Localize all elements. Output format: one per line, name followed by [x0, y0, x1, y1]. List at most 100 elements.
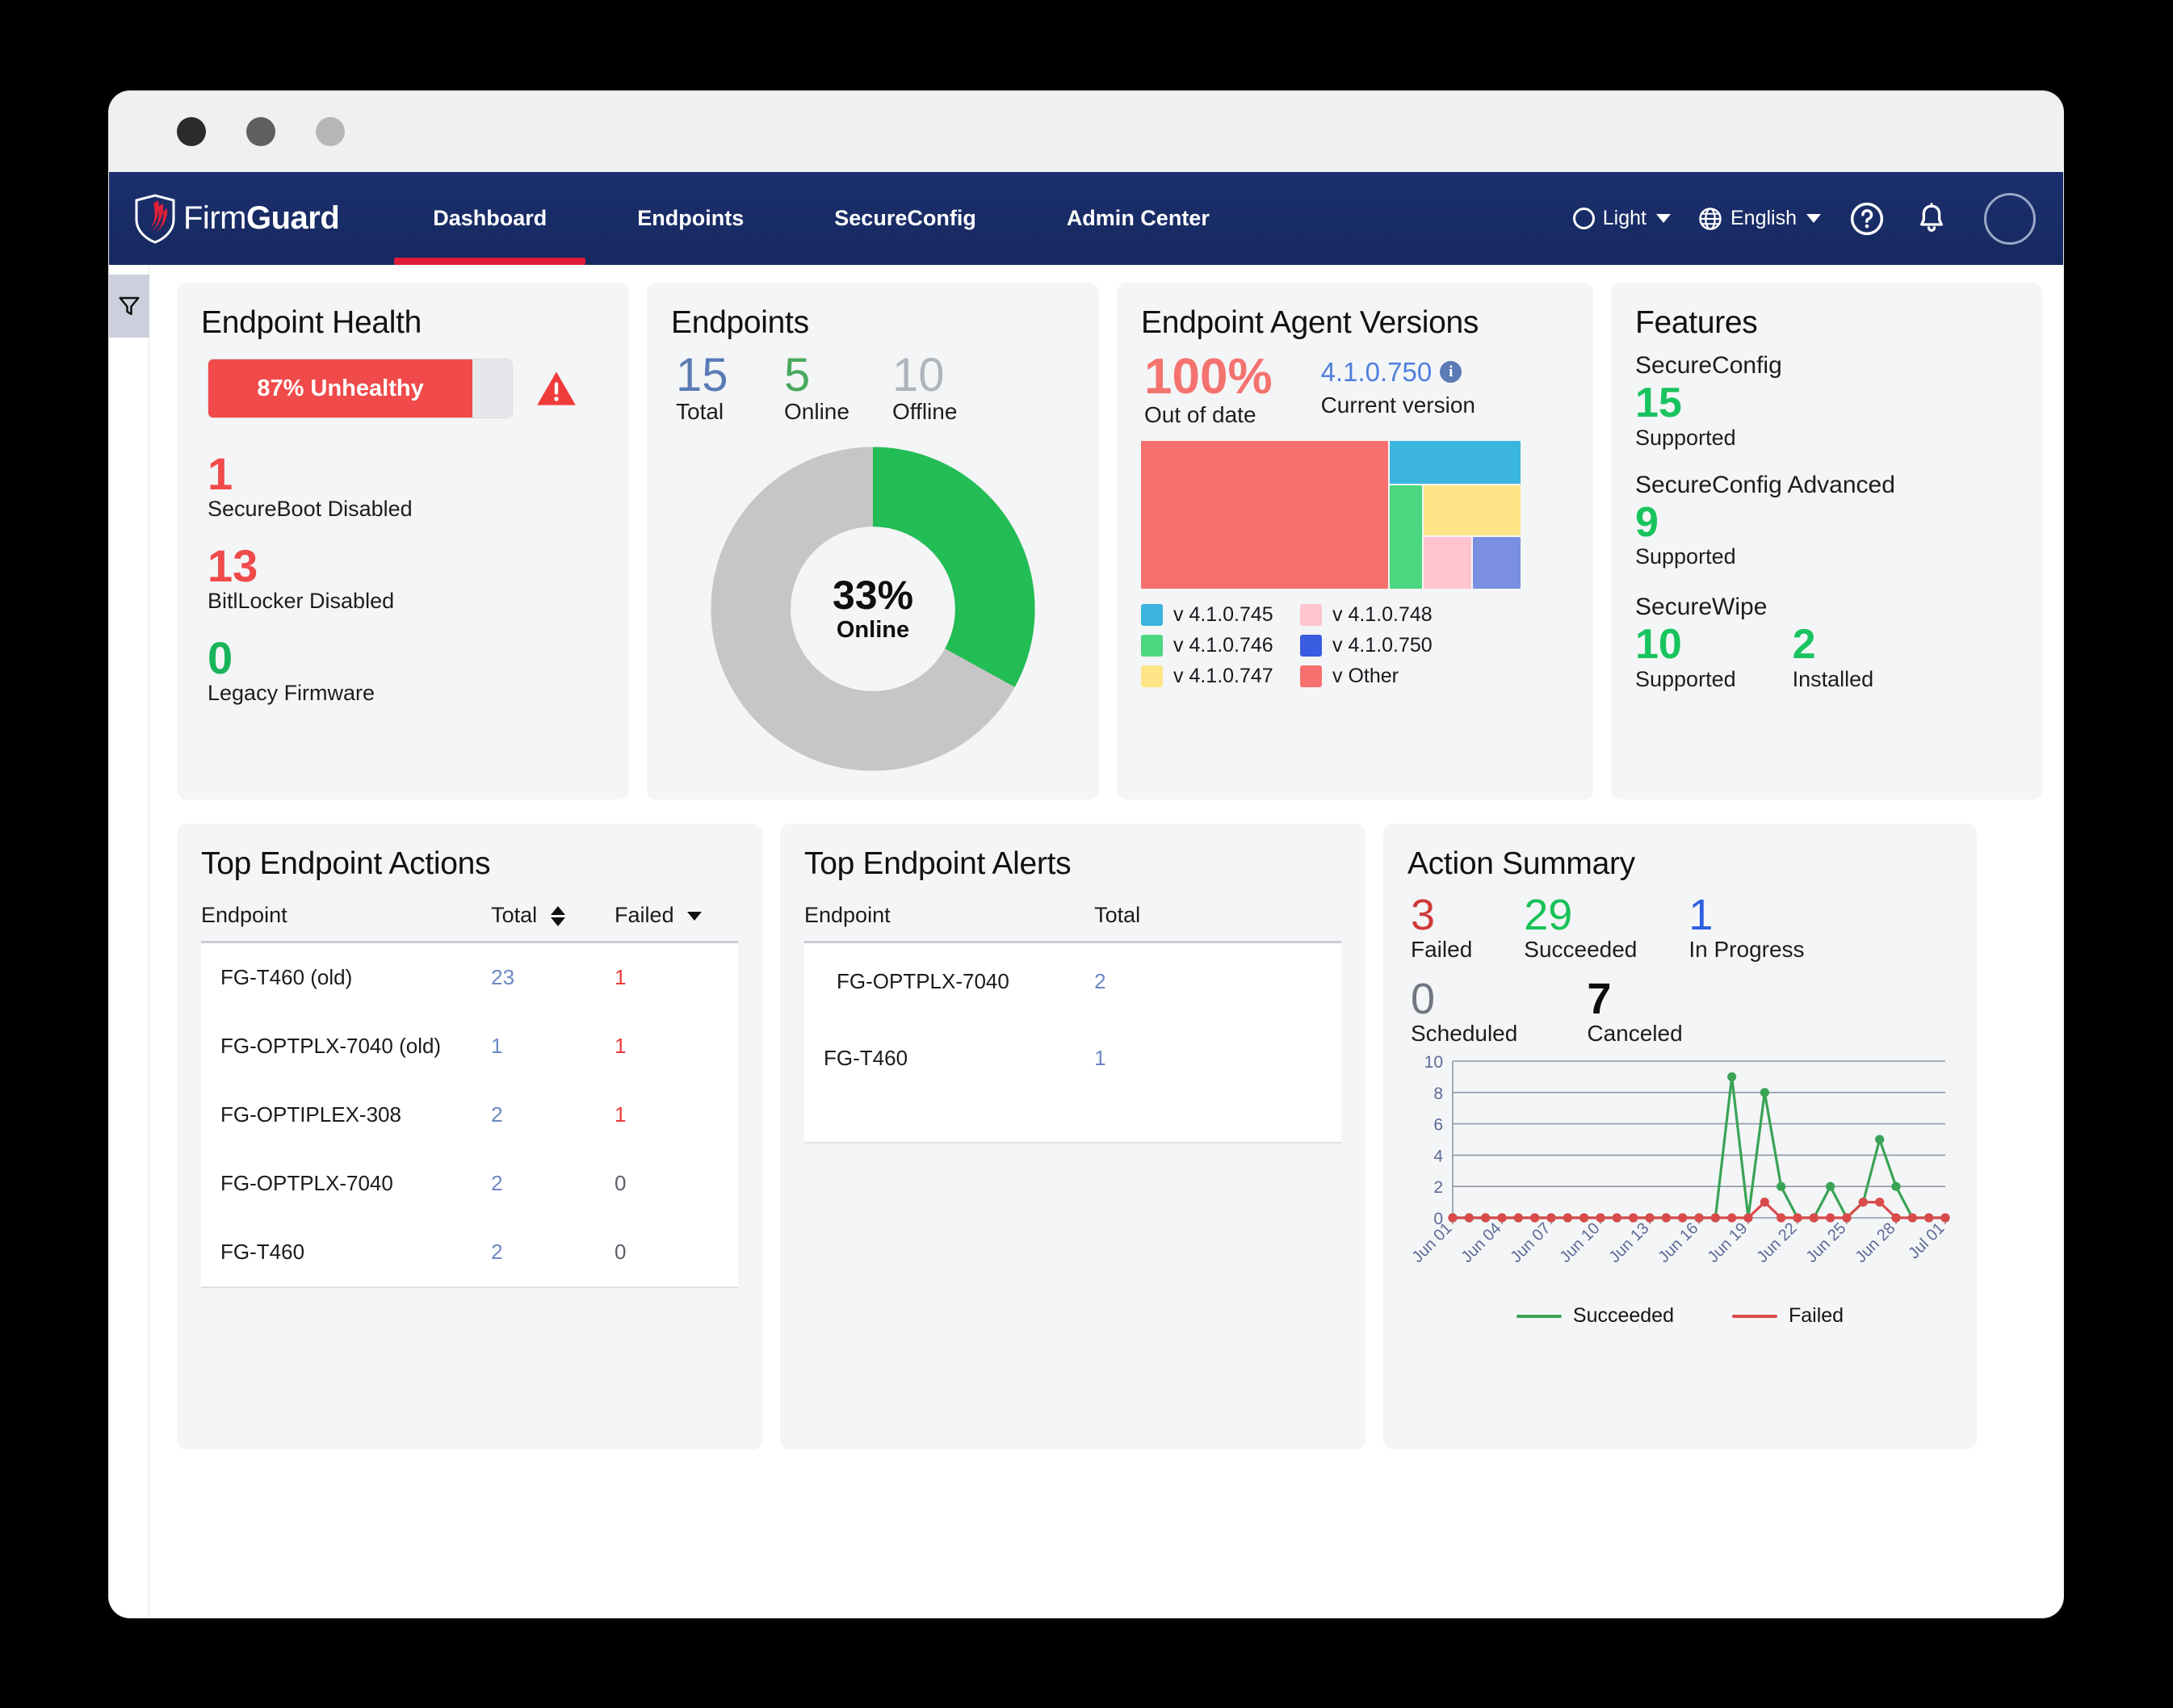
current-version-block: 4.1.0.750 i Current version — [1321, 352, 1475, 418]
help-button[interactable] — [1848, 200, 1886, 237]
nav-tab-secureconfig[interactable]: SecureConfig — [789, 172, 1021, 265]
cell-total[interactable]: 1 — [1094, 1020, 1341, 1097]
card-title-agent-versions: Endpoint Agent Versions — [1141, 305, 1479, 340]
treemap-cell-747[interactable] — [1424, 485, 1521, 535]
endpoint-counts: 15 Total 5 Online 10 Offline — [676, 352, 1075, 425]
filter-toggle-button[interactable] — [109, 275, 149, 338]
column-header-total: Total — [1094, 903, 1341, 943]
legend-label: Succeeded — [1572, 1304, 1674, 1327]
legend-item-750[interactable]: v 4.1.0.750 — [1300, 634, 1433, 657]
spacer-cell — [804, 1097, 1095, 1144]
endpoints-donut-chart: 33% Online — [671, 439, 1075, 778]
svg-text:Jun 04: Jun 04 — [1458, 1219, 1505, 1266]
chevron-down-icon — [1806, 214, 1821, 223]
nav-tab-endpoints[interactable]: Endpoints — [592, 172, 789, 265]
cell-failed[interactable]: 1 — [615, 942, 738, 1012]
dashboard-content: Endpoint Health 87% Unhealthy 1 SecureBo… — [149, 265, 2063, 1618]
cell-total[interactable]: 2 — [1094, 942, 1341, 1020]
cell-total[interactable]: 23 — [491, 942, 615, 1012]
table-row[interactable]: FG-OPTPLX-7040 2 — [804, 942, 1341, 1020]
legend-item-748[interactable]: v 4.1.0.748 — [1300, 603, 1433, 627]
legend-swatch — [1141, 665, 1163, 687]
cell-total[interactable]: 2 — [491, 1149, 615, 1218]
treemap-cell-748[interactable] — [1424, 537, 1471, 589]
feature-secureconfig-advanced: SecureConfig Advanced 9 Supported — [1635, 472, 2018, 570]
legend-item-other[interactable]: v Other — [1300, 665, 1433, 688]
treemap-lower-group — [1390, 485, 1521, 589]
legend-item-succeeded[interactable]: Succeeded — [1516, 1304, 1674, 1328]
sort-desc-icon — [687, 912, 703, 921]
card-features: Features SecureConfig 15 Supported Secur… — [1611, 283, 2042, 799]
legend-swatch — [1300, 635, 1322, 657]
table-row[interactable]: FG-T460 2 0 — [201, 1218, 738, 1288]
table-row[interactable]: FG-OPTPLX-7040 (old) 1 1 — [201, 1012, 738, 1081]
health-stat-value: 0 — [208, 632, 233, 684]
treemap-cell-746[interactable] — [1390, 485, 1422, 589]
legend-swatch — [1141, 635, 1163, 657]
card-agent-versions: Endpoint Agent Versions 100% Out of date… — [1117, 283, 1593, 799]
table-row-spacer — [804, 1097, 1341, 1144]
svg-text:Jun 28: Jun 28 — [1852, 1219, 1899, 1266]
table-header-row: Endpoint Total — [804, 903, 1341, 943]
summary-row-1: 3 Failed 29 Succeeded 1 In Progress — [1411, 893, 1953, 963]
svg-text:4: 4 — [1433, 1147, 1443, 1165]
table-row[interactable]: FG-T460 (old) 23 1 — [201, 942, 738, 1012]
notifications-button[interactable] — [1913, 200, 1950, 237]
card-title-features: Features — [1635, 305, 1758, 340]
donut-center-label: 33% Online — [671, 439, 1075, 778]
cell-total[interactable]: 1 — [491, 1012, 615, 1081]
cell-endpoint: FG-T460 — [804, 1020, 1095, 1097]
agent-versions-treemap — [1141, 441, 1521, 589]
brand-logo[interactable]: FirmGuard — [133, 193, 340, 244]
summary-row-2: 0 Scheduled 7 Canceled — [1411, 977, 1953, 1047]
legend-label: v 4.1.0.750 — [1332, 634, 1433, 657]
feature-securewipe: SecureWipe 10 Supported 2 Installed — [1635, 594, 2018, 692]
minimize-dot[interactable] — [246, 117, 275, 146]
health-stat-secureboot: 1 SecureBoot Disabled — [201, 451, 605, 522]
table-row[interactable]: FG-OPTPLX-7040 2 0 — [201, 1149, 738, 1218]
nav-tab-admin-center[interactable]: Admin Center — [1021, 172, 1255, 265]
health-bar-row: 87% Unhealthy — [208, 359, 605, 418]
feature-number: 10 — [1635, 621, 1682, 669]
column-header-total[interactable]: Total — [491, 903, 615, 943]
current-version-row[interactable]: 4.1.0.750 i — [1321, 352, 1475, 392]
device-frame: FirmGuard Dashboard Endpoints SecureConf… — [24, 15, 2116, 1694]
legend-label: v 4.1.0.747 — [1173, 665, 1273, 687]
cell-failed[interactable]: 1 — [615, 1012, 738, 1081]
feature-values: 15 Supported — [1635, 381, 2018, 451]
endpoint-count-online: 5 Online — [784, 352, 881, 425]
cell-total[interactable]: 2 — [491, 1218, 615, 1288]
health-stat-label: Legacy Firmware — [208, 681, 375, 706]
endpoint-count-total: 15 Total — [676, 352, 773, 425]
cell-total[interactable]: 2 — [491, 1081, 615, 1149]
user-avatar[interactable] — [1984, 192, 2036, 245]
table-head: Endpoint Total Failed — [201, 903, 738, 943]
legend-item-747[interactable]: v 4.1.0.747 — [1141, 665, 1274, 688]
filter-funnel-icon — [119, 296, 140, 316]
cell-endpoint: FG-T460 — [201, 1218, 492, 1288]
legend-item-failed[interactable]: Failed — [1732, 1304, 1844, 1328]
info-icon[interactable]: i — [1440, 361, 1462, 384]
column-header-endpoint: Endpoint — [201, 903, 492, 943]
column-header-failed[interactable]: Failed — [615, 903, 738, 943]
legend-item-746[interactable]: v 4.1.0.746 — [1141, 634, 1274, 657]
treemap-cell-750[interactable] — [1473, 537, 1521, 589]
nav-tab-dashboard[interactable]: Dashboard — [388, 172, 592, 265]
chart-legend: Succeeded Failed — [1407, 1304, 1953, 1328]
summary-succeeded: 29 Succeeded — [1524, 893, 1637, 963]
treemap-cell-other[interactable] — [1141, 441, 1388, 589]
language-selector[interactable]: English — [1698, 207, 1821, 231]
close-dot[interactable] — [177, 117, 206, 146]
table-head: Endpoint Total — [804, 903, 1341, 943]
treemap-cell-745[interactable] — [1390, 441, 1521, 484]
cell-failed: 0 — [615, 1149, 738, 1218]
out-of-date-label: Out of date — [1144, 402, 1256, 427]
column-header-endpoint: Endpoint — [804, 903, 1095, 943]
table-row[interactable]: FG-T460 1 — [804, 1020, 1341, 1097]
cell-failed[interactable]: 1 — [615, 1081, 738, 1149]
feature-name: SecureConfig — [1635, 352, 1782, 379]
maximize-dot[interactable] — [316, 117, 345, 146]
theme-selector[interactable]: Light — [1572, 207, 1671, 230]
legend-item-745[interactable]: v 4.1.0.745 — [1141, 603, 1274, 627]
table-row[interactable]: FG-OPTIPLEX-308 2 1 — [201, 1081, 738, 1149]
